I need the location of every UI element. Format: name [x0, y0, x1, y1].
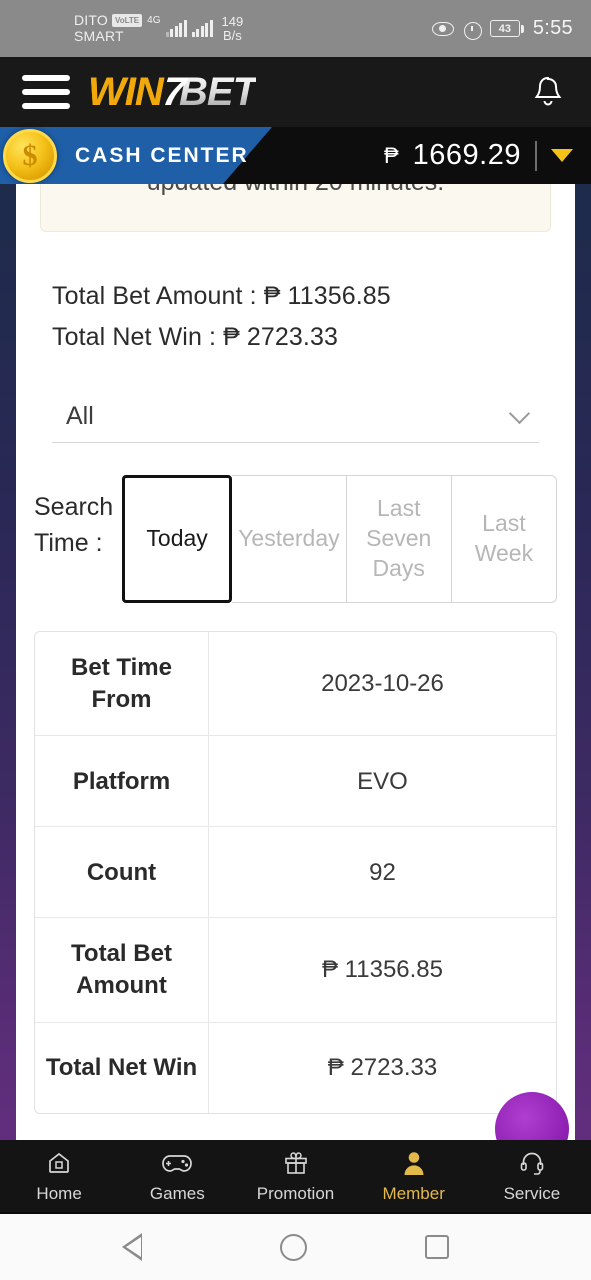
nav-label-games: Games — [149, 1183, 205, 1203]
table-row: Count 92 — [35, 827, 556, 919]
status-bar-left: DITO VoLTE SMART 4G 149 B/s — [74, 13, 243, 43]
cash-center-bar[interactable]: $ CASH CENTER ₱ 1669.29 — [0, 127, 591, 184]
currency-symbol: ₱ — [383, 142, 399, 168]
notification-bell-icon[interactable] — [531, 74, 565, 110]
person-icon — [402, 1149, 426, 1177]
balance-divider — [535, 140, 537, 171]
table-row-label: Bet Time From — [35, 632, 209, 736]
table-row-label: Total Net Win — [35, 1022, 209, 1113]
logo-slash: 7 — [160, 70, 187, 114]
android-recents-icon[interactable] — [425, 1235, 449, 1259]
cash-center-label: CASH CENTER — [75, 143, 249, 167]
nav-label-service: Service — [503, 1183, 561, 1203]
carrier-primary-label: DITO — [74, 12, 108, 29]
table-row-label: Total Bet Amount — [35, 918, 209, 1022]
battery-icon: 43 — [489, 20, 524, 37]
nav-label-member: Member — [382, 1183, 445, 1203]
balance-area[interactable]: ₱ 1669.29 — [384, 127, 573, 184]
table-row: Bet Time From 2023-10-26 — [35, 632, 556, 737]
table-row-label: Count — [35, 827, 209, 918]
headset-icon — [519, 1149, 545, 1177]
alarm-clock-icon — [463, 20, 482, 40]
nav-item-member[interactable]: Member — [355, 1149, 473, 1204]
search-time-label: Search Time : — [34, 493, 114, 558]
nav-label-home: Home — [36, 1183, 82, 1203]
nav-item-service[interactable]: Service — [473, 1149, 591, 1204]
search-time-tabs: Today Yesterday Last Seven Days Last Wee… — [122, 475, 558, 603]
tab-last-week[interactable]: Last Week — [451, 475, 558, 603]
bottom-navigation: Home Games Promotion Member Service — [0, 1140, 591, 1212]
nav-item-games[interactable]: Games — [118, 1149, 236, 1204]
status-bar-right: 43 5:55 — [431, 0, 573, 57]
content-area: updated within 20 minutes. Total Bet Amo… — [0, 184, 591, 1140]
hamburger-menu-icon[interactable] — [22, 75, 70, 109]
table-row-value: ₱ 11356.85 — [322, 956, 443, 984]
home-icon — [46, 1149, 72, 1177]
report-card: updated within 20 minutes. Total Bet Amo… — [16, 184, 575, 1140]
chevron-down-icon[interactable] — [551, 149, 573, 162]
network-speed-unit: B/s — [222, 27, 242, 43]
status-bar: DITO VoLTE SMART 4G 149 B/s 43 5:55 — [0, 0, 591, 57]
android-home-icon[interactable] — [280, 1233, 307, 1261]
nav-item-home[interactable]: Home — [0, 1149, 118, 1204]
summary-total-net-win: Total Net Win : ₱ 2723.33 — [52, 322, 338, 351]
summary-totals: Total Bet Amount : ₱ 11356.85 Total Net … — [52, 276, 557, 357]
signal-bars-icon-1 — [165, 20, 187, 37]
summary-total-bet-amount: Total Bet Amount : ₱ 11356.85 — [52, 282, 391, 310]
table-row-value: 2023-10-26 — [321, 669, 444, 697]
android-back-icon[interactable] — [122, 1233, 162, 1261]
nav-label-promotion: Promotion — [256, 1183, 335, 1203]
table-row: Total Net Win ₱ 2723.33 — [35, 1022, 556, 1113]
carrier-secondary-label: SMART — [74, 27, 124, 44]
network-type-label: 4G — [147, 15, 161, 27]
volte-badge: VoLTE — [112, 14, 143, 28]
network-speed-value: 149 — [221, 13, 244, 29]
gamepad-icon — [161, 1149, 193, 1177]
gift-icon — [283, 1149, 309, 1177]
network-speed: 149 B/s — [222, 15, 244, 42]
balance-amount: 1669.29 — [412, 139, 521, 171]
table-row-value: 92 — [369, 858, 396, 886]
tab-last-seven-days[interactable]: Last Seven Days — [346, 475, 452, 603]
table-row: Platform EVO — [35, 736, 556, 828]
clock-label: 5:55 — [532, 17, 573, 39]
logo-text-win: WIN — [88, 70, 164, 114]
notice-banner: updated within 20 minutes. — [40, 184, 551, 232]
app-header: WIN 7 BET — [0, 57, 591, 127]
table-row-label: Platform — [35, 736, 209, 827]
android-navigation-bar — [0, 1212, 591, 1280]
coin-icon: $ — [3, 128, 57, 183]
signal-bars-icon-2 — [191, 20, 213, 37]
report-table: Bet Time From 2023-10-26 Platform EVO Co… — [34, 631, 557, 1114]
nav-item-promotion[interactable]: Promotion — [236, 1149, 354, 1204]
search-time-row: Search Time : Today Yesterday Last Seven… — [34, 475, 558, 603]
tab-yesterday[interactable]: Yesterday — [232, 475, 347, 603]
tab-today[interactable]: Today — [122, 475, 233, 603]
eye-icon — [431, 21, 454, 36]
notice-text: updated within 20 minutes. — [147, 184, 444, 197]
table-row-value: ₱ 2723.33 — [327, 1053, 438, 1081]
phone-screen: DITO VoLTE SMART 4G 149 B/s 43 5:55 WIN … — [0, 0, 591, 1280]
table-row: Total Bet Amount ₱ 11356.85 — [35, 918, 556, 1023]
table-row-value: EVO — [357, 767, 408, 795]
platform-filter-select[interactable]: All — [52, 391, 539, 443]
carrier-labels: DITO VoLTE SMART — [74, 12, 143, 44]
winbet-logo[interactable]: WIN 7 BET — [88, 70, 257, 114]
logo-text-bet: BET — [179, 70, 257, 114]
chevron-down-icon[interactable] — [508, 402, 531, 424]
platform-filter-value: All — [66, 402, 94, 430]
